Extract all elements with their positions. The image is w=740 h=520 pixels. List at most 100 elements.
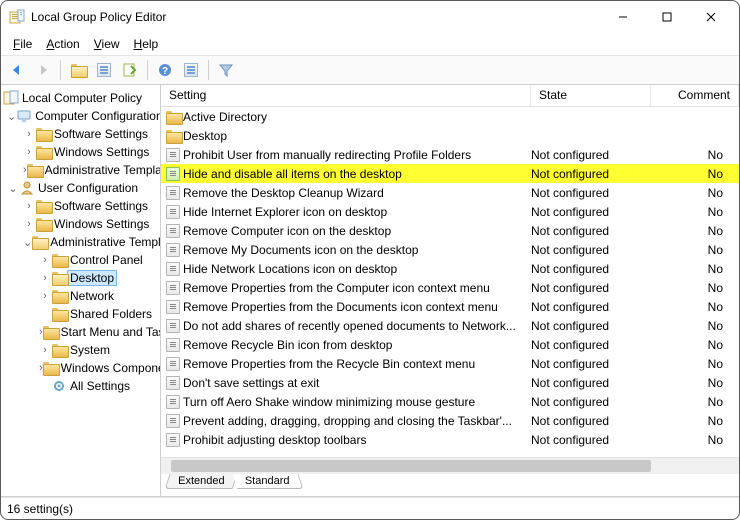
policy-icon	[165, 299, 181, 315]
chevron-right-icon[interactable]: ›	[23, 218, 35, 230]
close-button[interactable]	[689, 2, 733, 32]
settings-icon	[51, 378, 67, 394]
column-setting[interactable]: Setting	[161, 85, 531, 106]
toolbar-separator	[147, 60, 148, 80]
list-row[interactable]: Do not add shares of recently opened doc…	[161, 316, 739, 335]
row-comment: No	[651, 262, 739, 276]
list-row[interactable]: Remove Recycle Bin icon from desktopNot …	[161, 335, 739, 354]
tree-wincomp[interactable]: Windows Components	[58, 361, 161, 375]
tab-standard[interactable]: Standard	[233, 474, 304, 489]
row-setting: Desktop	[183, 129, 531, 143]
user-icon	[19, 180, 35, 196]
tab-extended[interactable]: Extended	[165, 474, 238, 489]
menu-action[interactable]: Action	[40, 35, 85, 53]
row-setting: Hide Internet Explorer icon on desktop	[183, 205, 531, 219]
tree-control-panel[interactable]: Control Panel	[67, 253, 146, 267]
filter-button[interactable]	[214, 58, 238, 82]
tree-shared[interactable]: Shared Folders	[67, 307, 155, 321]
maximize-button[interactable]	[645, 2, 689, 32]
tree-pane[interactable]: Local Computer Policy ⌄ Computer Configur…	[1, 85, 161, 496]
export-button[interactable]	[118, 58, 142, 82]
list-row[interactable]: Hide Network Locations icon on desktopNo…	[161, 259, 739, 278]
list-row[interactable]: Prohibit adjusting desktop toolbarsNot c…	[161, 430, 739, 449]
minimize-button[interactable]	[601, 2, 645, 32]
tree-computer-config[interactable]: Computer Configuration	[32, 109, 161, 123]
tree-allsettings[interactable]: All Settings	[67, 379, 133, 393]
menu-file[interactable]: File	[7, 35, 38, 53]
list-row[interactable]: Hide Internet Explorer icon on desktopNo…	[161, 202, 739, 221]
chevron-down-icon[interactable]: ⌄	[7, 110, 16, 123]
tree-desktop[interactable]: Desktop	[67, 270, 117, 286]
list-row[interactable]: Remove My Documents icon on the desktopN…	[161, 240, 739, 259]
column-state[interactable]: State	[531, 85, 651, 106]
chevron-right-icon[interactable]: ›	[23, 128, 35, 140]
column-comment[interactable]: Comment	[651, 85, 739, 106]
row-state: Not configured	[531, 376, 651, 390]
policy-icon	[165, 166, 181, 182]
row-setting: Prohibit adjusting desktop toolbars	[183, 433, 531, 447]
window: Local Group Policy Editor File Action Vi…	[0, 0, 740, 520]
menu-help[interactable]: Help	[128, 35, 165, 53]
folder-icon	[51, 342, 67, 358]
show-hide-tree-button[interactable]	[92, 58, 116, 82]
tree-user-config[interactable]: User Configuration	[35, 181, 141, 195]
row-state: Not configured	[531, 395, 651, 409]
nav-back-button[interactable]	[5, 58, 29, 82]
tree-uc-windows[interactable]: Windows Settings	[51, 217, 152, 231]
row-setting: Remove My Documents icon on the desktop	[183, 243, 531, 257]
list-row[interactable]: Don't save settings at exitNot configure…	[161, 373, 739, 392]
tree-system[interactable]: System	[67, 343, 113, 357]
tree-cc-software[interactable]: Software Settings	[51, 127, 151, 141]
chevron-right-icon[interactable]: ›	[39, 254, 51, 266]
properties-button[interactable]	[179, 58, 203, 82]
settings-list[interactable]: Active Directory Desktop Prohibit User fro…	[161, 107, 739, 457]
chevron-right-icon[interactable]: ›	[39, 344, 51, 356]
row-state: Not configured	[531, 414, 651, 428]
list-row[interactable]: Turn off Aero Shake window minimizing mo…	[161, 392, 739, 411]
row-comment: No	[651, 281, 739, 295]
chevron-right-icon[interactable]: ›	[23, 146, 35, 158]
tree-cc-windows[interactable]: Windows Settings	[51, 145, 152, 159]
list-row[interactable]: Active Directory	[161, 107, 739, 126]
tree-cc-admin[interactable]: Administrative Templates	[42, 163, 161, 177]
policy-icon	[165, 394, 181, 410]
policy-icon	[165, 185, 181, 201]
list-row[interactable]: Remove the Desktop Cleanup WizardNot con…	[161, 183, 739, 202]
list-row[interactable]: Desktop	[161, 126, 739, 145]
help-button[interactable]: ?	[153, 58, 177, 82]
tree-network[interactable]: Network	[67, 289, 117, 303]
list-row[interactable]: Remove Properties from the Recycle Bin c…	[161, 354, 739, 373]
row-setting: Remove Recycle Bin icon from desktop	[183, 338, 531, 352]
list-row[interactable]: Prevent adding, dragging, dropping and c…	[161, 411, 739, 430]
tree-root[interactable]: Local Computer Policy	[19, 91, 145, 105]
row-setting: Don't save settings at exit	[183, 376, 531, 390]
row-state: Not configured	[531, 262, 651, 276]
tree-uc-admin[interactable]: Administrative Templates	[47, 235, 161, 249]
chevron-right-icon[interactable]: ›	[23, 200, 35, 212]
row-state: Not configured	[531, 281, 651, 295]
toolbar: ?	[1, 55, 739, 85]
chevron-down-icon[interactable]: ⌄	[23, 236, 32, 249]
body: Local Computer Policy ⌄ Computer Configur…	[1, 85, 739, 497]
menu-view[interactable]: View	[88, 35, 126, 53]
chevron-right-icon[interactable]: ›	[39, 290, 51, 302]
folder-icon	[35, 198, 51, 214]
list-row[interactable]: Remove Properties from the Computer icon…	[161, 278, 739, 297]
horizontal-scrollbar[interactable]	[161, 457, 739, 474]
scrollbar-thumb[interactable]	[171, 460, 651, 472]
row-comment: No	[651, 395, 739, 409]
folder-icon	[35, 126, 51, 142]
chevron-right-icon[interactable]: ›	[39, 272, 51, 284]
list-row[interactable]: Remove Computer icon on the desktopNot c…	[161, 221, 739, 240]
tree-startmenu[interactable]: Start Menu and Taskbar	[58, 325, 161, 339]
policy-icon	[165, 375, 181, 391]
list-row[interactable]: Prohibit User from manually redirecting …	[161, 145, 739, 164]
row-comment: No	[651, 148, 739, 162]
nav-forward-button[interactable]	[31, 58, 55, 82]
up-button[interactable]	[66, 58, 90, 82]
chevron-down-icon[interactable]: ⌄	[7, 182, 19, 195]
column-headers: Setting State Comment	[161, 85, 739, 107]
tree-uc-software[interactable]: Software Settings	[51, 199, 151, 213]
list-row[interactable]: Remove Properties from the Documents ico…	[161, 297, 739, 316]
list-row[interactable]: Hide and disable all items on the deskto…	[161, 164, 739, 183]
